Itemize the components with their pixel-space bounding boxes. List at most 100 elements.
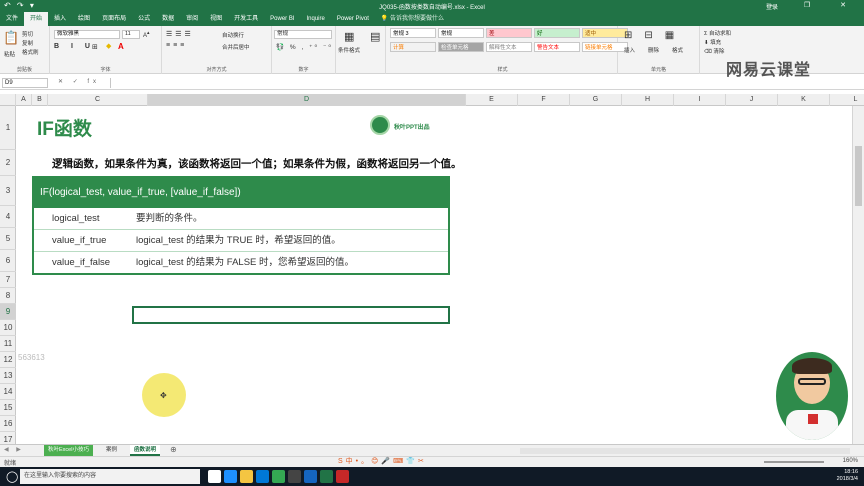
column-header-d[interactable]: D — [148, 94, 466, 106]
row-header-14[interactable]: 14 — [0, 384, 16, 400]
store-icon[interactable] — [256, 470, 269, 483]
cell-style-2[interactable]: 差 — [486, 28, 532, 38]
font-color-icon[interactable]: A — [118, 42, 124, 51]
cell-style-7[interactable]: 解释性文本 — [486, 42, 532, 52]
select-all-corner[interactable] — [0, 94, 16, 106]
cond-format-button[interactable]: 条件格式 — [338, 46, 360, 54]
tab-9[interactable]: 开发工具 — [228, 12, 264, 26]
ime-toolbar[interactable]: S中•。😊🎤⌨👕✂ — [338, 456, 438, 467]
task-view-icon[interactable] — [208, 470, 221, 483]
row-header-4[interactable]: 4 — [0, 206, 16, 228]
clear-button[interactable]: ⌫ 清除 — [704, 47, 724, 55]
cut-button[interactable]: 剪切 — [22, 30, 33, 38]
number-format-select[interactable]: 常规 — [274, 30, 332, 39]
column-header-l[interactable]: L — [830, 94, 864, 106]
format-painter-button[interactable]: 格式刷 — [22, 48, 39, 56]
formula-icons[interactable]: ✕ ✓ fx — [58, 78, 100, 85]
row-header-13[interactable]: 13 — [0, 368, 16, 384]
tab-3[interactable]: 绘图 — [72, 12, 96, 26]
taskbar-search-input[interactable]: 在这里输入你要搜索的内容 — [20, 469, 200, 484]
number-format-icons[interactable]: 💱 % , ⁺⁰ ⁻⁰ — [276, 43, 333, 51]
row-header-7[interactable]: 7 — [0, 272, 16, 288]
row-header-11[interactable]: 11 — [0, 336, 16, 352]
column-header-g[interactable]: G — [570, 94, 622, 106]
system-tray-clock[interactable]: 18:16 2018/3/4 — [837, 469, 858, 483]
syntax-header[interactable]: IF(logical_test, value_if_true, [value_i… — [34, 178, 448, 208]
column-header-b[interactable]: B — [32, 94, 48, 106]
paste-button[interactable]: 粘贴 — [4, 50, 15, 58]
sheet-tab-1[interactable]: 案例 — [102, 445, 121, 456]
column-header-k[interactable]: K — [778, 94, 830, 106]
chrome-icon[interactable] — [272, 470, 285, 483]
font-style-buttons[interactable]: B I U — [54, 43, 95, 50]
border-icon[interactable]: ⊞ — [92, 43, 98, 51]
tab-7[interactable]: 审阅 — [180, 12, 204, 26]
row-header-5[interactable]: 5 — [0, 228, 16, 250]
start-button[interactable]: ◯ — [6, 470, 18, 483]
font-size-select[interactable]: 11 — [122, 30, 140, 39]
cell-style-0[interactable]: 常规 3 — [390, 28, 436, 38]
format-cells-button[interactable]: 格式 — [672, 46, 683, 54]
name-box[interactable]: D9 — [2, 78, 48, 88]
row-header-3[interactable]: 3 — [0, 176, 16, 206]
column-header-i[interactable]: I — [674, 94, 726, 106]
app3-icon[interactable] — [336, 470, 349, 483]
horizontal-scrollbar[interactable] — [520, 448, 850, 454]
param-row[interactable]: value_if_true logical_test 的结果为 TRUE 时，希望… — [34, 230, 448, 252]
cell-style-5[interactable]: 计算 — [390, 42, 436, 52]
column-header-f[interactable]: F — [518, 94, 570, 106]
row-header-12[interactable]: 12 — [0, 352, 16, 368]
row-header-6[interactable]: 6 — [0, 250, 16, 272]
cell-style-3[interactable]: 好 — [534, 28, 580, 38]
param-row[interactable]: logical_test 要判断的条件。 — [34, 208, 448, 230]
app2-icon[interactable] — [304, 470, 317, 483]
row-header-8[interactable]: 8 — [0, 288, 16, 304]
cell-style-6[interactable]: 检查单元格 — [438, 42, 484, 52]
align-top-icons[interactable]: ☰☰☰ — [166, 30, 194, 38]
sheet-nav-arrows[interactable]: ◀ ▶ — [4, 446, 24, 453]
vertical-scroll-thumb[interactable] — [855, 146, 862, 206]
tab-8[interactable]: 视图 — [204, 12, 228, 26]
add-sheet-icon[interactable]: ⊕ — [170, 445, 177, 454]
fill-button[interactable]: ⬇ 填充 — [704, 38, 721, 46]
sheet-tab-0[interactable]: 秋叶Excel小技巧 — [44, 445, 93, 456]
tab-2[interactable]: 插入 — [48, 12, 72, 26]
column-header-c[interactable]: C — [48, 94, 148, 106]
column-header-e[interactable]: E — [466, 94, 518, 106]
align-left-icons[interactable]: ≡≡≡ — [166, 42, 187, 49]
row-header-15[interactable]: 15 — [0, 400, 16, 416]
zoom-level[interactable]: 160% — [843, 458, 858, 464]
font-grow-icon[interactable]: A▴ — [143, 30, 150, 39]
cell-style-1[interactable]: 常规 — [438, 28, 484, 38]
insert-cells-button[interactable]: 插入 — [624, 46, 635, 54]
row-header-2[interactable]: 2 — [0, 150, 16, 176]
column-header-j[interactable]: J — [726, 94, 778, 106]
formula-input[interactable] — [110, 78, 860, 88]
explorer-icon[interactable] — [240, 470, 253, 483]
column-header-a[interactable]: A — [16, 94, 32, 106]
selected-cell-d9[interactable] — [132, 306, 450, 324]
app-icon[interactable] — [288, 470, 301, 483]
sheet-tab-2[interactable]: 函数说明 — [130, 445, 161, 456]
tell-me-search[interactable]: 💡 告诉我你想要做什么 — [375, 12, 450, 26]
tab-12[interactable]: Power Pivot — [331, 12, 375, 26]
cells-icons[interactable]: ⊞⊟▦ — [624, 30, 686, 41]
edge-icon[interactable] — [224, 470, 237, 483]
vertical-scrollbar[interactable] — [852, 106, 864, 444]
row-header-1[interactable]: 1 — [0, 106, 16, 150]
delete-cells-button[interactable]: 删除 — [648, 46, 659, 54]
fill-color-icon[interactable]: ◆ — [106, 42, 111, 50]
tab-4[interactable]: 页面布局 — [96, 12, 132, 26]
cond-format-icon[interactable]: ▦ — [344, 30, 354, 43]
row-header-16[interactable]: 16 — [0, 416, 16, 432]
row-header-9[interactable]: 9 — [0, 304, 16, 320]
copy-button[interactable]: 复制 — [22, 39, 33, 47]
tab-11[interactable]: Inquire — [301, 12, 331, 26]
tab-5[interactable]: 公式 — [132, 12, 156, 26]
tab-1[interactable]: 开始 — [24, 12, 49, 26]
cell-style-8[interactable]: 警告文本 — [534, 42, 580, 52]
font-name-select[interactable]: 微软雅黑 — [54, 30, 120, 39]
tab-0[interactable]: 文件 — [0, 12, 24, 26]
wrap-text-button[interactable]: 自动换行 — [222, 31, 244, 39]
row-header-10[interactable]: 10 — [0, 320, 16, 336]
